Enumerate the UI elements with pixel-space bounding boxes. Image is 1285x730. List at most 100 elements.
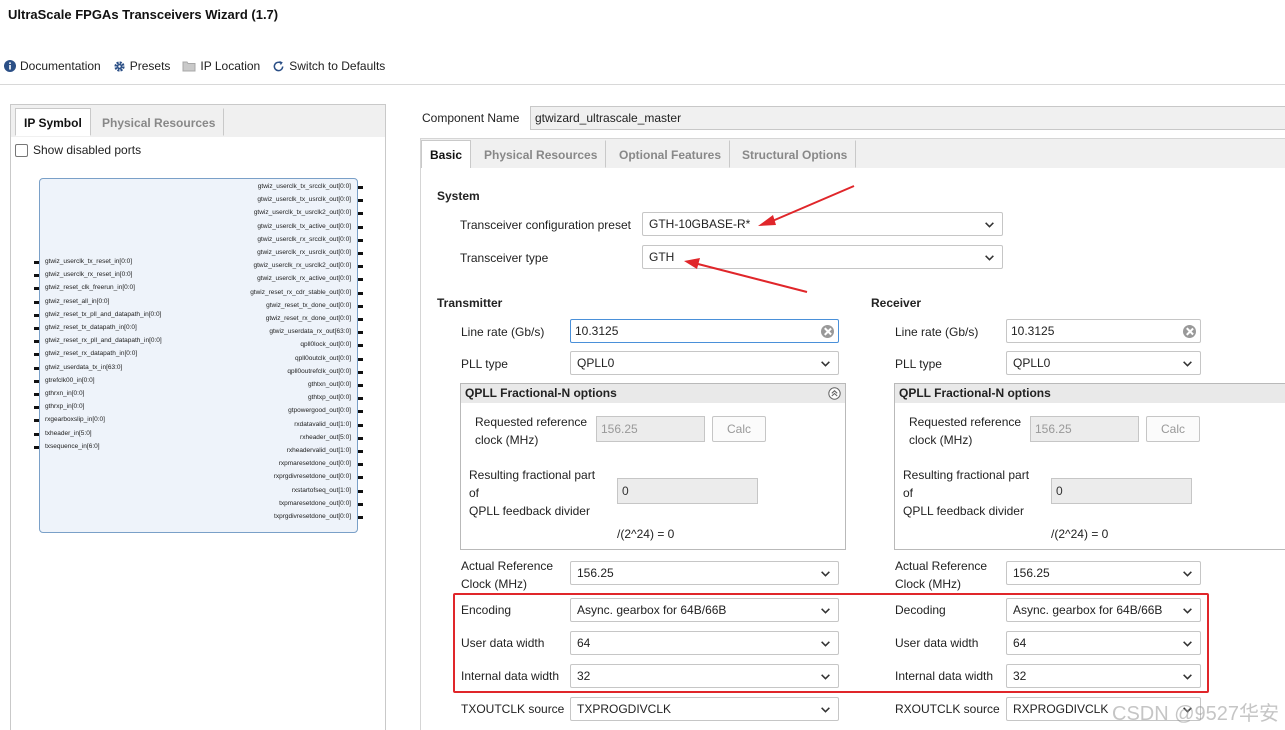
tx-frac-input[interactable]: 0 xyxy=(617,478,758,504)
chevron-down-icon xyxy=(985,222,994,228)
tab-structural-options[interactable]: Structural Options xyxy=(733,140,857,168)
ip-pin-input xyxy=(34,419,39,423)
ip-pin-output xyxy=(358,436,363,440)
ip-pin-output xyxy=(358,397,363,401)
ip-pin-input xyxy=(34,445,39,449)
ip-port-output: rxdatavalid_out[1:0] xyxy=(294,420,351,428)
tx-line-rate-input[interactable]: 10.3125 xyxy=(570,319,839,343)
transmitter-heading: Transmitter xyxy=(437,296,503,310)
info-icon xyxy=(4,60,16,72)
tx-frac-formula: /(2^24) = 0 xyxy=(617,527,675,541)
clear-icon[interactable] xyxy=(1183,325,1196,338)
ip-pin-input xyxy=(34,366,39,370)
tab-basic[interactable]: Basic xyxy=(421,140,472,169)
tab-physical-resources-left[interactable]: Physical Resources xyxy=(93,108,225,136)
ip-port-output: gtwiz_userclk_rx_active_out[0:0] xyxy=(257,275,351,283)
rx-line-rate-label: Line rate (Gb/s) xyxy=(895,325,979,339)
chevron-down-icon xyxy=(821,361,830,367)
ip-port-output: gtwiz_userclk_tx_active_out[0:0] xyxy=(257,222,351,230)
show-disabled-ports[interactable]: Show disabled ports xyxy=(15,143,141,157)
tab-physical-resources[interactable]: Physical Resources xyxy=(475,140,607,168)
rx-frac-input[interactable]: 0 xyxy=(1051,478,1192,504)
tab-ip-symbol[interactable]: IP Symbol xyxy=(15,108,91,136)
component-name-field[interactable]: gtwizard_ultrascale_master xyxy=(530,106,1285,130)
rx-fractional-group: QPLL Fractional-N options xyxy=(894,383,1285,550)
ip-pin-output xyxy=(358,476,363,480)
ip-port-output: qpll0lock_out[0:0] xyxy=(300,341,351,349)
system-heading: System xyxy=(437,189,480,203)
ip-location-button[interactable]: IP Location xyxy=(182,59,260,73)
tx-frac-label: Resulting fractional part xyxy=(469,468,596,482)
clear-icon[interactable] xyxy=(821,325,834,338)
ip-port-output: gtwiz_reset_rx_done_out[0:0] xyxy=(265,315,351,322)
documentation-button[interactable]: Documentation xyxy=(4,59,101,73)
ip-port-output: rxpmaresetdone_out[0:0] xyxy=(278,460,351,468)
tx-line-rate-label: Line rate (Gb/s) xyxy=(461,325,545,339)
switch-defaults-button[interactable]: Switch to Defaults xyxy=(272,59,385,73)
ip-port-output: gtwiz_reset_tx_done_out[0:0] xyxy=(266,301,351,309)
ip-port-input: gtwiz_userclk_tx_reset_in[0:0] xyxy=(45,258,133,265)
tab-optional-features[interactable]: Optional Features xyxy=(610,140,731,168)
rx-outclk-label: RXOUTCLK source xyxy=(895,702,1000,716)
ip-pin-input xyxy=(34,313,39,317)
ip-pin-input xyxy=(34,274,39,278)
rx-actual-ref-label-2: Clock (MHz) xyxy=(895,577,961,591)
ip-pin-output xyxy=(358,344,363,348)
ip-pin-output xyxy=(358,370,363,374)
ip-port-input: gtwiz_reset_tx_pll_and_datapath_in[0:0] xyxy=(45,310,162,318)
rx-req-ref-input[interactable]: 156.25 xyxy=(1030,416,1139,442)
show-disabled-ports-checkbox[interactable] xyxy=(15,143,28,157)
ip-pin-output xyxy=(358,318,363,321)
ip-port-output: gtwiz_userclk_tx_usrclk2_out[0:0] xyxy=(253,209,351,217)
tx-outclk-dropdown[interactable]: TXPROGDIVCLK xyxy=(570,697,839,721)
ip-pin-output xyxy=(358,502,363,506)
ip-port-output: rxstartofseq_out[1:0] xyxy=(291,486,351,494)
ip-pin-output xyxy=(358,199,363,203)
arrow-preset-head xyxy=(758,215,776,226)
tx-req-ref-input[interactable]: 156.25 xyxy=(596,416,705,442)
arrow-preset xyxy=(769,185,855,223)
ip-port-output: qpll0outclk_out[0:0] xyxy=(294,354,351,362)
ip-port-input: gtrefclk00_in[0:0] xyxy=(45,376,95,384)
rx-req-ref-label: Requested reference xyxy=(909,415,1022,429)
rx-actual-ref-dropdown[interactable]: 156.25 xyxy=(1006,561,1201,585)
ip-pin-output xyxy=(358,463,363,467)
rx-pll-dropdown[interactable]: QPLL0 xyxy=(1006,351,1201,375)
presets-label: Presets xyxy=(129,59,171,73)
ip-pin-output xyxy=(358,238,363,242)
ip-pin-output xyxy=(358,423,363,427)
tx-frac-label-2: of xyxy=(469,486,480,500)
ip-port-input: gtwiz_reset_rx_pll_and_datapath_in[0:0] xyxy=(45,337,162,345)
show-disabled-ports-label: Show disabled ports xyxy=(33,143,142,157)
tx-actual-ref-dropdown[interactable]: 156.25 xyxy=(570,561,839,585)
tx-frac-label-3: QPLL feedback divider xyxy=(469,504,590,518)
tx-actual-ref-label-2: Clock (MHz) xyxy=(461,577,527,591)
ip-port-output: rxheadervalid_out[1:0] xyxy=(286,447,351,454)
rx-calc-button[interactable]: Calc xyxy=(1146,416,1200,442)
rx-line-rate-input[interactable]: 10.3125 xyxy=(1006,319,1201,343)
ip-port-output: gtwiz_userdata_rx_out[63:0] xyxy=(269,328,351,336)
presets-button[interactable]: Presets xyxy=(113,59,171,73)
ip-pin-output xyxy=(358,516,363,519)
ip-port-input: gtwiz_reset_all_in[0:0] xyxy=(45,297,110,305)
tx-pll-dropdown[interactable]: QPLL0 xyxy=(570,351,839,375)
ip-port-output: gtwiz_userclk_rx_srcclk_out[0:0] xyxy=(257,235,351,243)
ip-pin-output xyxy=(358,252,363,255)
ip-port-output: txprgdivresetdone_out[0:0] xyxy=(274,513,351,520)
ip-pin-output xyxy=(358,186,363,189)
ip-port-input: gtwiz_reset_clk_freerun_in[0:0] xyxy=(45,284,135,292)
rx-frac-label-3: QPLL feedback divider xyxy=(903,504,1024,518)
ip-port-input: gtwiz_userdata_tx_in[63:0] xyxy=(45,363,123,371)
ip-pin-output xyxy=(358,357,363,361)
tx-calc-button[interactable]: Calc xyxy=(712,416,766,442)
ip-pin-output xyxy=(358,291,363,295)
preset-label: Transceiver configuration preset xyxy=(460,218,631,232)
ip-pin-output xyxy=(358,489,363,493)
ip-port-input: txsequence_in[6:0] xyxy=(45,442,100,450)
rx-line-rate-value: 10.3125 xyxy=(1011,324,1055,338)
chevron-down-icon xyxy=(821,571,830,577)
ip-port-output: gtwiz_userclk_rx_usrclk2_out[0:0] xyxy=(253,262,351,270)
ip-port-output: gthtxp_out[0:0] xyxy=(307,394,351,402)
collapse-icon[interactable] xyxy=(828,387,841,400)
ip-pin-output xyxy=(358,331,363,335)
